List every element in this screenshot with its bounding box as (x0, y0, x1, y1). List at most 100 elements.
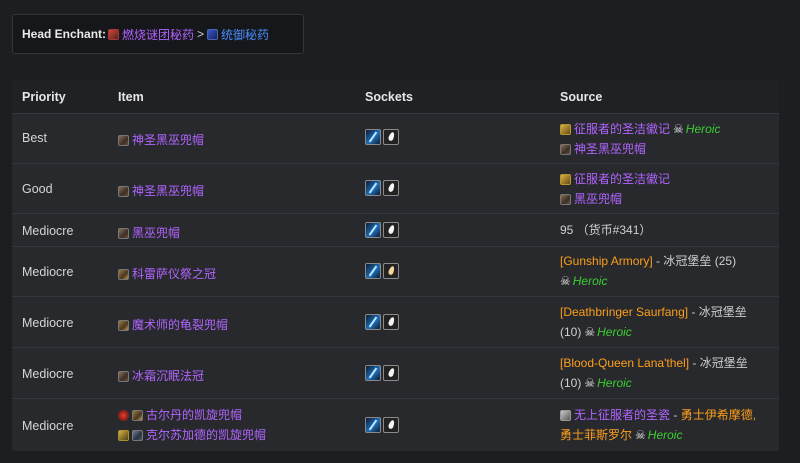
skull-icon: ☠ (560, 274, 571, 288)
dash: - (652, 254, 664, 268)
red-flask-icon (108, 28, 120, 40)
table-row: Good 神圣黑巫兜帽 征服者的圣洁徽记 黑巫兜帽 (12, 163, 779, 214)
source-cell: [Blood-Queen Lana'thel] - 冰冠堡垒 (10) ☠ Hero… (560, 353, 748, 393)
skull-icon: ☠ (584, 376, 596, 390)
head-enchant-panel: Head Enchant: 燃烧谜团秘药 > 统御秘药 (12, 14, 304, 54)
zone-link[interactable]: 冰冠堡垒 (700, 356, 748, 370)
npc-link[interactable]: 勇士伊希摩德, (681, 408, 756, 422)
socket-cell (365, 222, 401, 238)
source-cell: 无上征服者的圣瓷 - 勇士伊希摩德, 勇士菲斯罗尔 ☠ Heroic (560, 405, 756, 445)
priority-cell: Best (22, 131, 48, 145)
source-link[interactable]: 黑巫兜帽 (574, 192, 622, 206)
token-icon (560, 124, 571, 135)
helm-icon (118, 371, 129, 382)
socket-cell (365, 417, 401, 433)
currency-cost: 95 （货币#341） (560, 223, 652, 237)
source-cell: 征服者的圣洁徽记 黑巫兜帽 (560, 169, 670, 209)
meta-gem-icon (365, 365, 381, 381)
token-icon (560, 174, 571, 185)
dash: - (688, 305, 699, 319)
boss-link[interactable]: [Deathbringer Saurfang] (560, 305, 688, 319)
boss-link[interactable]: [Gunship Armory] (560, 254, 653, 268)
priority-cell: Mediocre (22, 367, 74, 381)
helm-icon (118, 135, 129, 146)
source-link[interactable]: 征服者的圣洁徽记 (574, 172, 670, 186)
item-link[interactable]: 神圣黑巫兜帽 (132, 133, 204, 147)
header-priority: Priority (22, 90, 66, 104)
table-header: Priority Item Sockets Source (12, 80, 779, 113)
table-row: Mediocre 冰霜沉眠法冠 [Blood-Queen Lana'thel] … (12, 347, 779, 399)
item-link[interactable]: 神圣黑巫兜帽 (132, 184, 204, 198)
skull-icon: ☠ (673, 122, 684, 136)
item-link[interactable]: 黑巫兜帽 (132, 226, 180, 240)
header-source: Source (560, 90, 603, 104)
item-link[interactable]: 克尔苏加德的凯旋兜帽 (146, 428, 266, 442)
heroic-label: Heroic (572, 274, 608, 288)
socket-cell (365, 263, 401, 279)
enchant-option-2-link[interactable]: 统御秘药 (221, 26, 269, 43)
heroic-label: Heroic (685, 122, 721, 136)
item-link[interactable]: 古尔丹的凯旋兜帽 (146, 408, 242, 422)
meta-gem-icon (365, 417, 381, 433)
header-item: Item (118, 90, 144, 104)
meta-gem-icon (365, 129, 381, 145)
priority-cell: Mediocre (22, 224, 74, 238)
header-sockets: Sockets (365, 90, 413, 104)
raid-size: (10) (560, 325, 582, 339)
priority-cell: Mediocre (22, 265, 74, 279)
zone-link[interactable]: 冰冠堡垒 (699, 305, 747, 319)
table-row: Mediocre 魔术师的龟裂兜帽 [Deathbringer Saurfang… (12, 296, 779, 348)
gear-priority-table: Priority Item Sockets Source Best 神圣黑巫兜帽… (12, 80, 779, 451)
socket-cell (365, 180, 401, 196)
table-row: Mediocre 古尔丹的凯旋兜帽 克尔苏加德的凯旋兜帽 无上征服者的圣瓷 - … (12, 398, 779, 452)
prismatic-gem-icon (383, 365, 399, 381)
socket-cell (365, 314, 401, 330)
prismatic-gem-icon (383, 222, 399, 238)
source-link[interactable]: 神圣黑巫兜帽 (574, 142, 646, 156)
head-enchant-label: Head Enchant: (22, 27, 107, 41)
prismatic-gem-icon (383, 263, 399, 279)
prismatic-gem-icon (383, 180, 399, 196)
heroic-label: Heroic (597, 325, 632, 339)
enchant-option-1-link[interactable]: 燃烧谜团秘药 (122, 26, 194, 43)
horde-rune-icon (118, 410, 129, 421)
item-link[interactable]: 科雷萨仪祭之冠 (132, 267, 216, 281)
priority-cell: Good (22, 182, 53, 196)
dash: - (689, 356, 700, 370)
prismatic-gem-icon (383, 314, 399, 330)
npc-link[interactable]: 勇士菲斯罗尔 (560, 428, 632, 442)
heroic-label: Heroic (647, 428, 683, 442)
helm-icon (118, 228, 129, 239)
alliance-shield-icon (118, 430, 129, 441)
source-link[interactable]: 征服者的圣洁徽记 (574, 122, 670, 136)
priority-cell: Mediocre (22, 316, 74, 330)
meta-gem-icon (365, 263, 381, 279)
prismatic-gem-icon (383, 417, 399, 433)
table-row: Mediocre 科雷萨仪祭之冠 [Gunship Armory] - 冰冠堡垒… (12, 246, 779, 297)
priority-cell: Mediocre (22, 419, 74, 433)
table-row: Best 神圣黑巫兜帽 征服者的圣洁徽记 ☠ Heroic 神圣黑巫兜帽 (12, 113, 779, 164)
raid-size: (25) (711, 254, 737, 268)
helm-icon (118, 320, 129, 331)
item-link[interactable]: 魔术师的龟裂兜帽 (132, 318, 228, 332)
skull-icon: ☠ (584, 325, 596, 339)
meta-gem-icon (365, 180, 381, 196)
meta-gem-icon (365, 314, 381, 330)
helm-icon (132, 430, 143, 441)
source-cell: [Deathbringer Saurfang] - 冰冠堡垒 (10) ☠ Hero… (560, 302, 747, 342)
skull-icon: ☠ (635, 428, 646, 442)
boss-link[interactable]: [Blood-Queen Lana'thel] (560, 356, 689, 370)
table-row: Mediocre 黑巫兜帽 95 （货币#341） (12, 213, 779, 247)
source-link[interactable]: 无上征服者的圣瓷 (574, 408, 670, 422)
prismatic-gem-icon (383, 129, 399, 145)
raid-size: (10) (560, 376, 582, 390)
enchant-separator: > (197, 27, 205, 41)
token-icon (560, 410, 571, 421)
helm-icon (118, 186, 129, 197)
zone-link[interactable]: 冰冠堡垒 (663, 254, 711, 268)
dash: - (670, 408, 681, 422)
item-link[interactable]: 冰霜沉眠法冠 (132, 369, 204, 383)
crown-icon (118, 269, 129, 280)
source-cell: 95 （货币#341） (560, 220, 651, 240)
helm-icon (560, 144, 571, 155)
